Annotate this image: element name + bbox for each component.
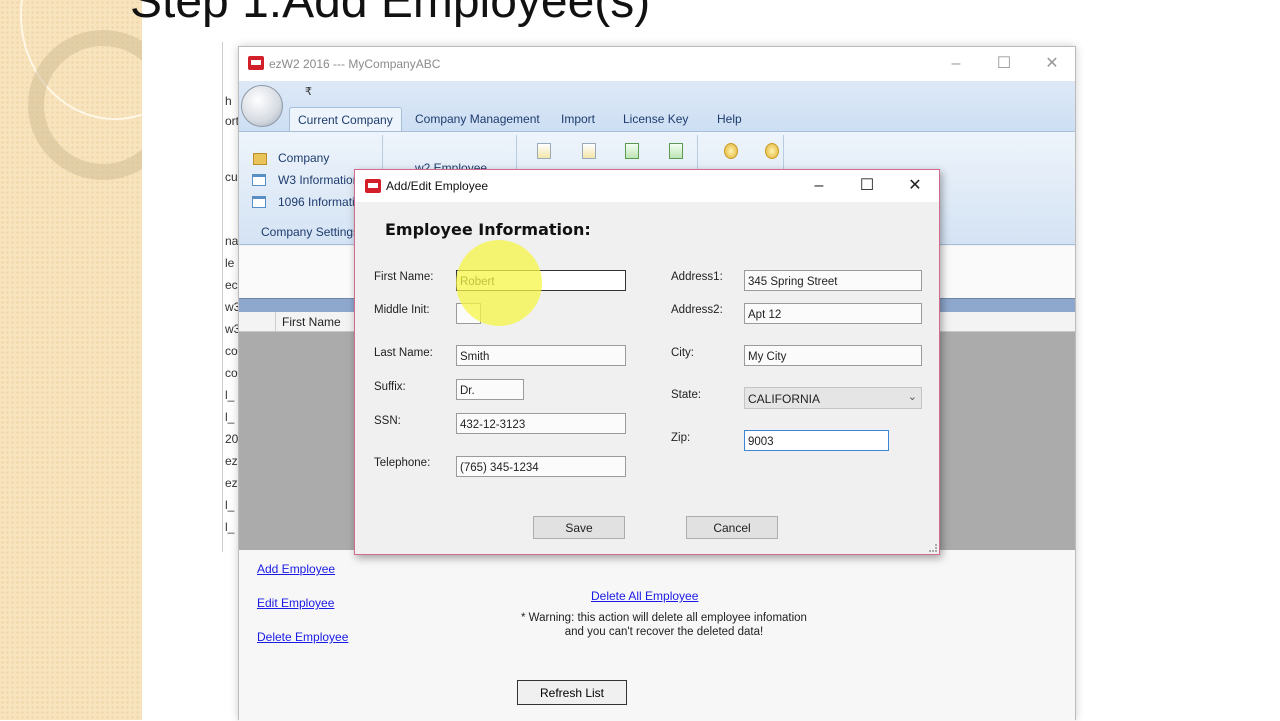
bg-text: 20 [225,432,239,446]
close-button[interactable]: ✕ [1037,53,1067,75]
bg-text: ez [225,454,238,468]
bg-text: ec [225,278,238,292]
ribbon-company-button[interactable]: Company [278,151,329,165]
address2-input[interactable] [744,303,922,324]
main-window-title: ezW2 2016 --- MyCompanyABC [269,57,441,71]
add-employee-link[interactable]: Add Employee [257,562,335,576]
address1-input[interactable] [744,270,922,291]
presentation-slide: Step 1:Add Employee(s) h ort cu na le ec… [0,0,1280,721]
app-logo-icon [365,179,381,193]
dialog-close-button[interactable]: ✕ [897,174,933,198]
tab-current-company[interactable]: Current Company [289,107,402,131]
first-name-label: First Name: [374,271,434,283]
dialog-title: Add/Edit Employee [386,179,489,193]
resize-grip-icon[interactable] [929,544,937,552]
zip-label: Zip: [671,432,691,444]
state-select[interactable]: CALIFORNIA ⌄ [744,387,922,409]
column-header-first-name[interactable]: First Name [275,312,341,332]
tab-company-management[interactable]: Company Management [407,107,548,131]
telephone-input[interactable] [456,456,626,477]
edit-employee-link[interactable]: Edit Employee [257,596,334,610]
form-icon [252,174,266,186]
coin-icon[interactable] [765,143,779,159]
form-icon [252,196,266,208]
zip-input[interactable] [744,430,889,451]
state-selected-value: CALIFORNIA [748,392,821,406]
bg-text: co [225,366,238,380]
edit-doc-icon[interactable] [582,143,596,159]
dialog-maximize-button[interactable]: ☐ [849,174,885,198]
last-name-label: Last Name: [374,347,433,359]
bg-text: na [225,234,239,248]
slide-decoration [0,0,142,720]
chevron-down-icon[interactable]: ⌄ [908,390,917,403]
city-label: City: [671,347,694,359]
city-input[interactable] [744,345,922,366]
last-name-input[interactable] [456,345,626,366]
app-logo-icon [248,56,264,70]
dialog-minimize-button[interactable]: – [801,174,837,198]
import-icon[interactable] [625,143,639,159]
bg-text: h [225,94,232,108]
address2-label: Address2: [671,304,723,316]
ribbon-group-label: Company Settings [261,225,360,239]
delete-all-employee-link[interactable]: Delete All Employee [591,589,698,603]
quick-access-toolbar-icon[interactable]: ₹ [305,85,312,98]
bg-text: l_ [225,498,235,512]
address1-label: Address1: [671,271,723,283]
section-heading: Employee Information: [385,220,591,239]
application-menu-orb[interactable] [241,85,283,127]
tab-license-key[interactable]: License Key [615,107,696,131]
export-icon[interactable] [669,143,683,159]
save-button[interactable]: Save [533,516,625,539]
slide-title: Step 1:Add Employee(s) [130,0,651,28]
delete-employee-link[interactable]: Delete Employee [257,630,348,644]
coin-icon[interactable] [724,143,738,159]
suffix-label: Suffix: [374,381,406,393]
delete-warning-text: * Warning: this action will delete all e… [521,612,807,638]
maximize-button[interactable]: ☐ [989,53,1019,75]
edit-doc-icon[interactable] [537,143,551,159]
bg-text: l_ [225,410,235,424]
ribbon-w3-information-button[interactable]: W3 Information [278,173,359,187]
dialog-title-bar: Add/Edit Employee – ☐ ✕ [355,170,939,202]
first-name-input[interactable] [456,270,626,291]
ssn-input[interactable] [456,413,626,434]
bg-text: ez [225,476,238,490]
state-label: State: [671,389,702,401]
bg-text: ort [225,114,240,128]
refresh-list-button[interactable]: Refresh List [517,680,627,705]
cancel-button[interactable]: Cancel [686,516,778,539]
tab-help[interactable]: Help [709,107,750,131]
briefcase-icon [253,153,267,165]
bg-text: cu [225,170,238,184]
bg-text: l_ [225,520,235,534]
ssn-label: SSN: [374,415,401,427]
bg-text: co [225,344,238,358]
middle-init-label: Middle Init: [374,304,430,316]
main-title-bar: ezW2 2016 --- MyCompanyABC – ☐ ✕ [239,47,1075,81]
middle-init-input[interactable] [456,303,481,324]
minimize-button[interactable]: – [941,53,971,75]
add-edit-employee-dialog: Add/Edit Employee – ☐ ✕ Employee Informa… [354,169,940,555]
bg-text: le [225,256,235,270]
suffix-input[interactable] [456,379,524,400]
bg-text: l_ [225,388,235,402]
tab-import[interactable]: Import [553,107,603,131]
telephone-label: Telephone: [374,457,431,469]
